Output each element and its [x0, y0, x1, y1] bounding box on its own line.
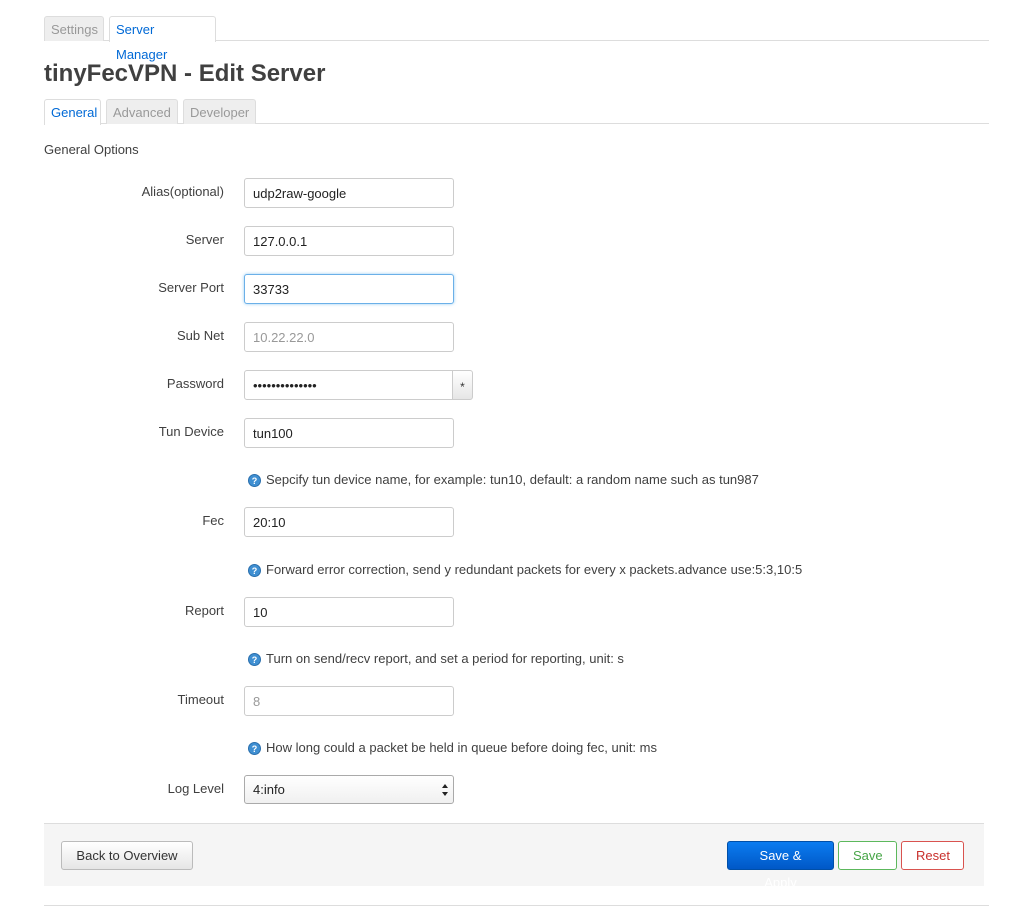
help-icon: ? — [248, 652, 261, 666]
fec-hint: ? Forward error correction, send y redun… — [248, 562, 802, 578]
tab-developer[interactable]: Developer — [183, 99, 256, 124]
select-arrows-icon — [442, 784, 448, 796]
password-reveal-button[interactable]: * — [452, 370, 473, 400]
save-button[interactable]: Save — [838, 841, 897, 870]
timeout-label: Timeout — [177, 692, 224, 707]
section-title: General Options — [44, 142, 139, 157]
tun-device-hint: ? Sepcify tun device name, for example: … — [248, 472, 759, 488]
timeout-input[interactable] — [244, 686, 454, 716]
divider — [44, 905, 989, 906]
form-footer: Back to Overview Save & Apply Save Reset — [44, 823, 984, 890]
tun-device-input[interactable] — [244, 418, 454, 448]
back-to-overview-button[interactable]: Back to Overview — [61, 841, 193, 870]
page-title: tinyFecVPN - Edit Server — [44, 60, 326, 87]
server-port-label: Server Port — [158, 280, 224, 295]
server-input[interactable] — [244, 226, 454, 256]
help-icon: ? — [248, 473, 261, 487]
timeout-hint: ? How long could a packet be held in que… — [248, 740, 657, 756]
save-and-apply-button[interactable]: Save & Apply — [727, 841, 834, 890]
tab-settings[interactable]: Settings — [44, 16, 104, 41]
tab-server-manager[interactable]: Server Manager — [109, 16, 216, 62]
section-tab-bar: General Advanced Developer — [44, 99, 989, 125]
tun-device-hint-text: Sepcify tun device name, for example: tu… — [266, 472, 759, 487]
fec-hint-text: Forward error correction, send y redunda… — [266, 562, 803, 577]
subnet-label: Sub Net — [177, 328, 224, 343]
server-label: Server — [185, 232, 224, 247]
report-input[interactable] — [244, 597, 454, 627]
password-input[interactable] — [244, 370, 453, 400]
fec-label: Fec — [202, 513, 224, 528]
log-level-label: Log Level — [167, 781, 224, 796]
alias-label: Alias(optional) — [141, 184, 224, 199]
report-label: Report — [184, 603, 224, 618]
log-level-select[interactable]: 4:info — [244, 775, 454, 804]
tab-general[interactable]: General — [44, 99, 101, 125]
password-label: Password — [166, 376, 224, 391]
reset-button[interactable]: Reset — [901, 841, 964, 870]
alias-input[interactable] — [244, 178, 454, 208]
tab-advanced[interactable]: Advanced — [106, 99, 178, 124]
report-hint: ? Turn on send/recv report, and set a pe… — [248, 651, 624, 667]
subnet-input[interactable] — [244, 322, 454, 352]
timeout-hint-text: How long could a packet be held in queue… — [266, 740, 657, 755]
log-level-value: 4:info — [253, 782, 285, 797]
report-hint-text: Turn on send/recv report, and set a peri… — [266, 651, 624, 666]
top-tab-bar: Settings Server Manager — [44, 16, 989, 62]
help-icon: ? — [248, 563, 261, 577]
fec-input[interactable] — [244, 507, 454, 537]
server-port-input[interactable] — [244, 274, 454, 304]
tun-device-label: Tun Device — [158, 424, 224, 439]
help-icon: ? — [248, 741, 261, 755]
